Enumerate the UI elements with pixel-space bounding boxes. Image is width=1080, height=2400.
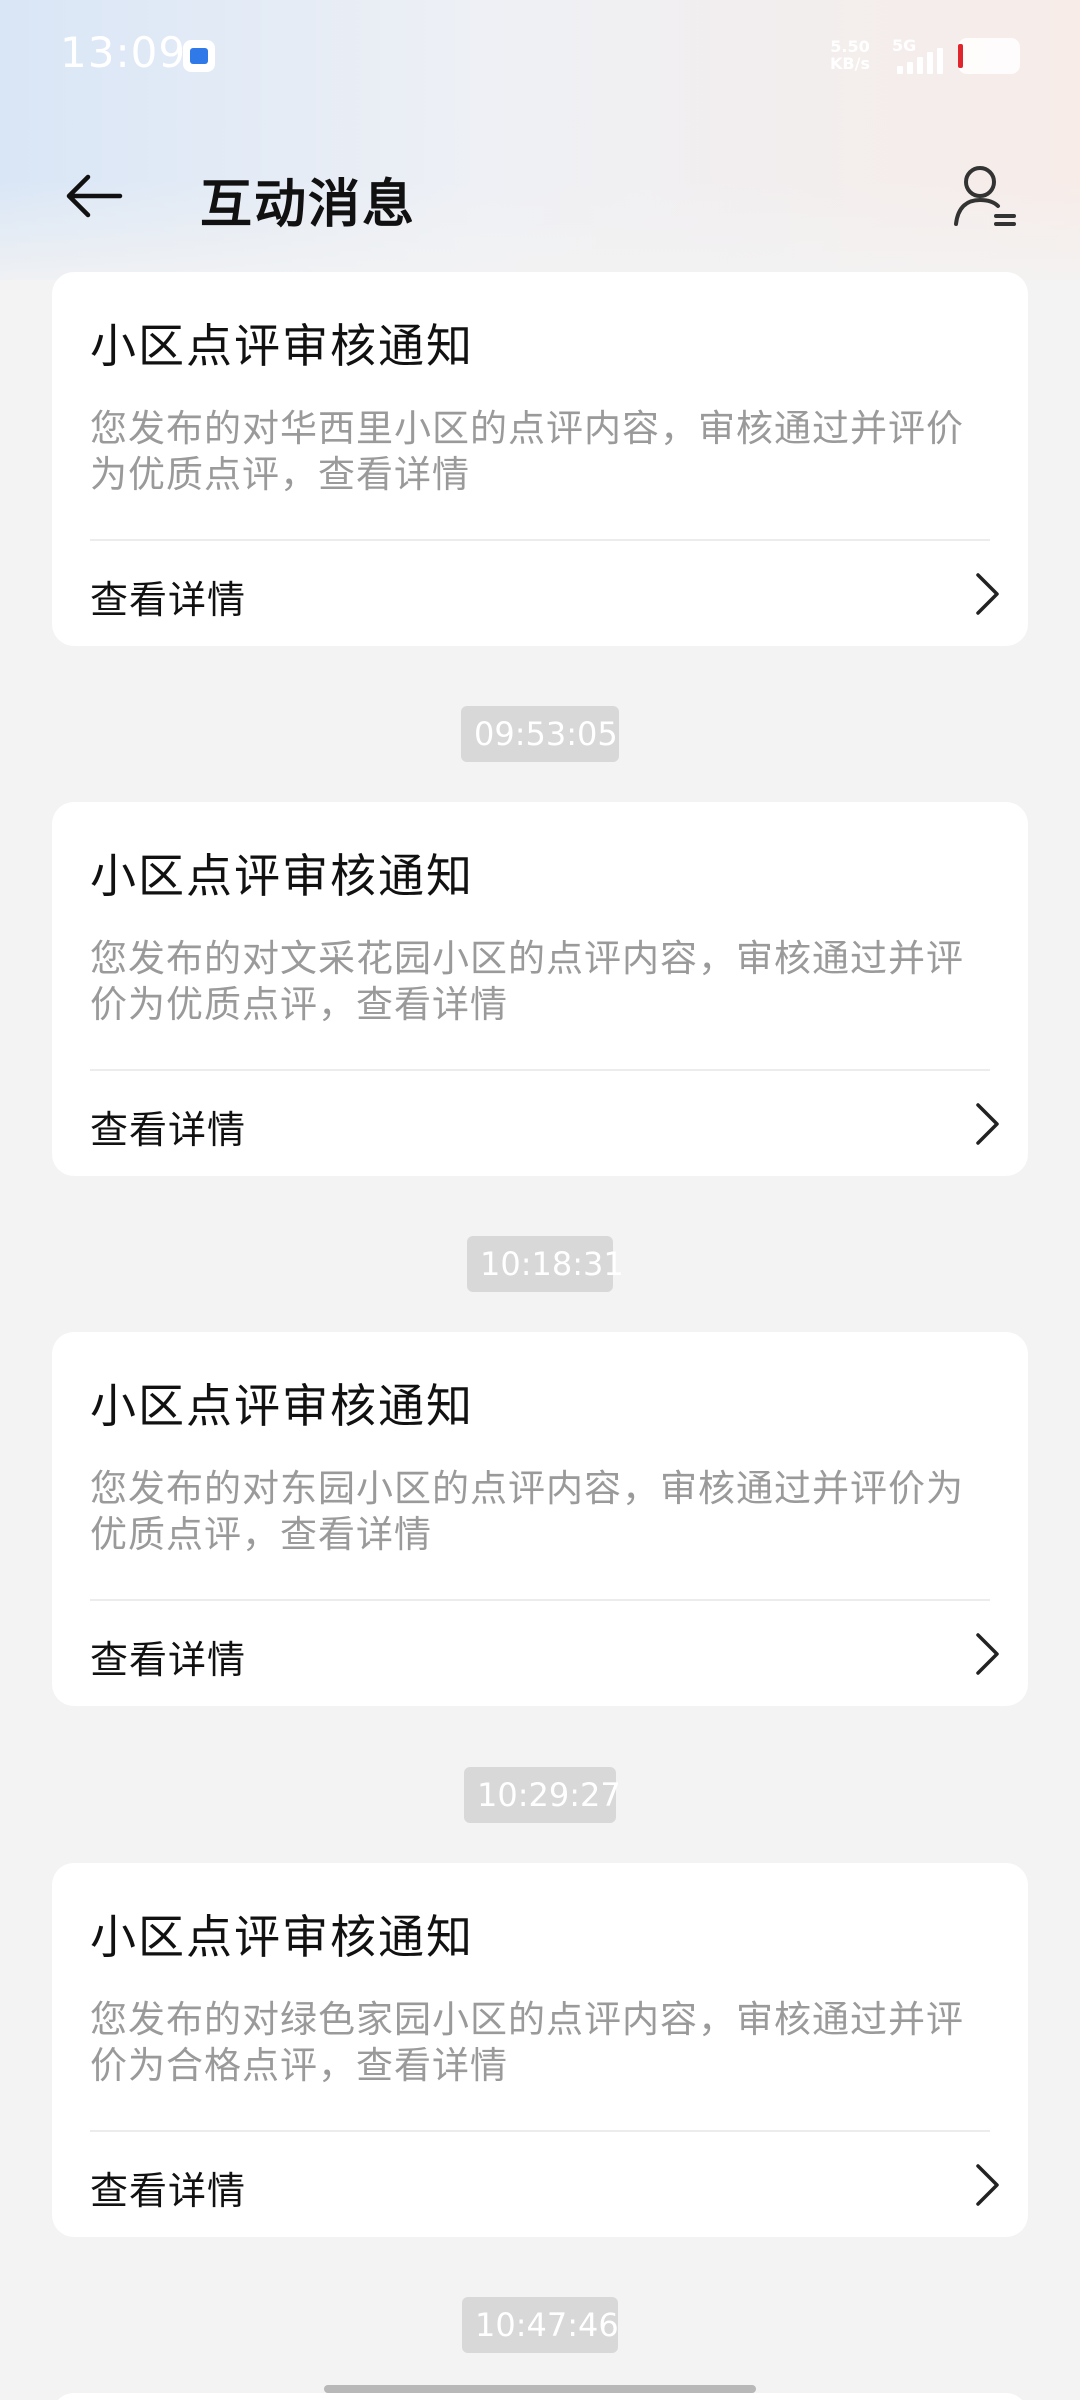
signal-icon (897, 48, 945, 74)
network-speed-value: 5.50 (830, 37, 870, 56)
view-details-label: 查看详情 (90, 1108, 247, 1152)
view-details-label: 查看详情 (90, 1638, 247, 1682)
message-description: 您发布的对文采花园小区的点评内容，审核通过并评价为优质点评，查看详情 (90, 937, 964, 1026)
timestamp: 10:29:27 (464, 1767, 621, 1823)
message-card: 小区点评审核通知 您发布的对华西里小区的点评内容，审核通过并评价为优质点评，查看… (52, 272, 1028, 646)
profile-button[interactable] (950, 158, 1020, 238)
view-details-button[interactable]: 查看详情 (52, 1071, 1028, 1176)
timestamp: 09:53:05 (461, 706, 619, 762)
message-card: 小区点评审核通知 您发布的对东园小区的点评内容，审核通过并评价为优质点评，查看详… (52, 1332, 1028, 1706)
arrow-left-icon (66, 174, 123, 218)
back-button[interactable] (60, 160, 130, 230)
view-details-label: 查看详情 (90, 578, 247, 622)
message-card: 小区点评审核通知 您发布的对绿色家园小区的点评内容，审核通过并评价为合格点评，查… (52, 1863, 1028, 2237)
network-speed-unit: KB/s (830, 54, 870, 73)
view-details-button[interactable]: 查看详情 (52, 2132, 1028, 2237)
message-description: 您发布的对华西里小区的点评内容，审核通过并评价为优质点评，查看详情 (90, 407, 964, 496)
chevron-right-icon (976, 573, 999, 615)
message-title: 小区点评审核通知 (90, 1910, 474, 1964)
chevron-right-icon (976, 2164, 999, 2206)
view-details-button[interactable]: 查看详情 (52, 1601, 1028, 1706)
message-description: 您发布的对东园小区的点评内容，审核通过并评价为优质点评，查看详情 (90, 1467, 964, 1556)
status-bar: 13:09 5.50 KB/s 5G (0, 0, 1080, 110)
message-description: 您发布的对绿色家园小区的点评内容，审核通过并评价为合格点评，查看详情 (90, 1998, 964, 2087)
chevron-right-icon (976, 1633, 999, 1675)
notification-app-icon (183, 40, 215, 72)
chevron-right-icon (976, 1103, 999, 1145)
view-details-button[interactable]: 查看详情 (52, 541, 1028, 646)
message-title: 小区点评审核通知 (90, 319, 474, 373)
view-details-label: 查看详情 (90, 2169, 247, 2213)
timestamp: 10:18:31 (467, 1236, 624, 1292)
timestamp: 10:47:46 (462, 2297, 619, 2353)
message-title: 小区点评审核通知 (90, 849, 474, 903)
user-icon (954, 166, 1016, 226)
message-card: 小区点评审核通知 您发布的对文采花园小区的点评内容，审核通过并评价为优质点评，查… (52, 802, 1028, 1176)
battery-icon (958, 38, 1020, 74)
status-time: 13:09 (60, 28, 187, 77)
page-title: 互动消息 (200, 175, 417, 235)
home-indicator[interactable] (324, 2385, 756, 2393)
nav-bar: 互动消息 (0, 140, 1080, 250)
message-title: 小区点评审核通知 (90, 1379, 474, 1433)
network-speed: 5.50 KB/s (830, 38, 870, 72)
message-card-partial (52, 2393, 1028, 2400)
